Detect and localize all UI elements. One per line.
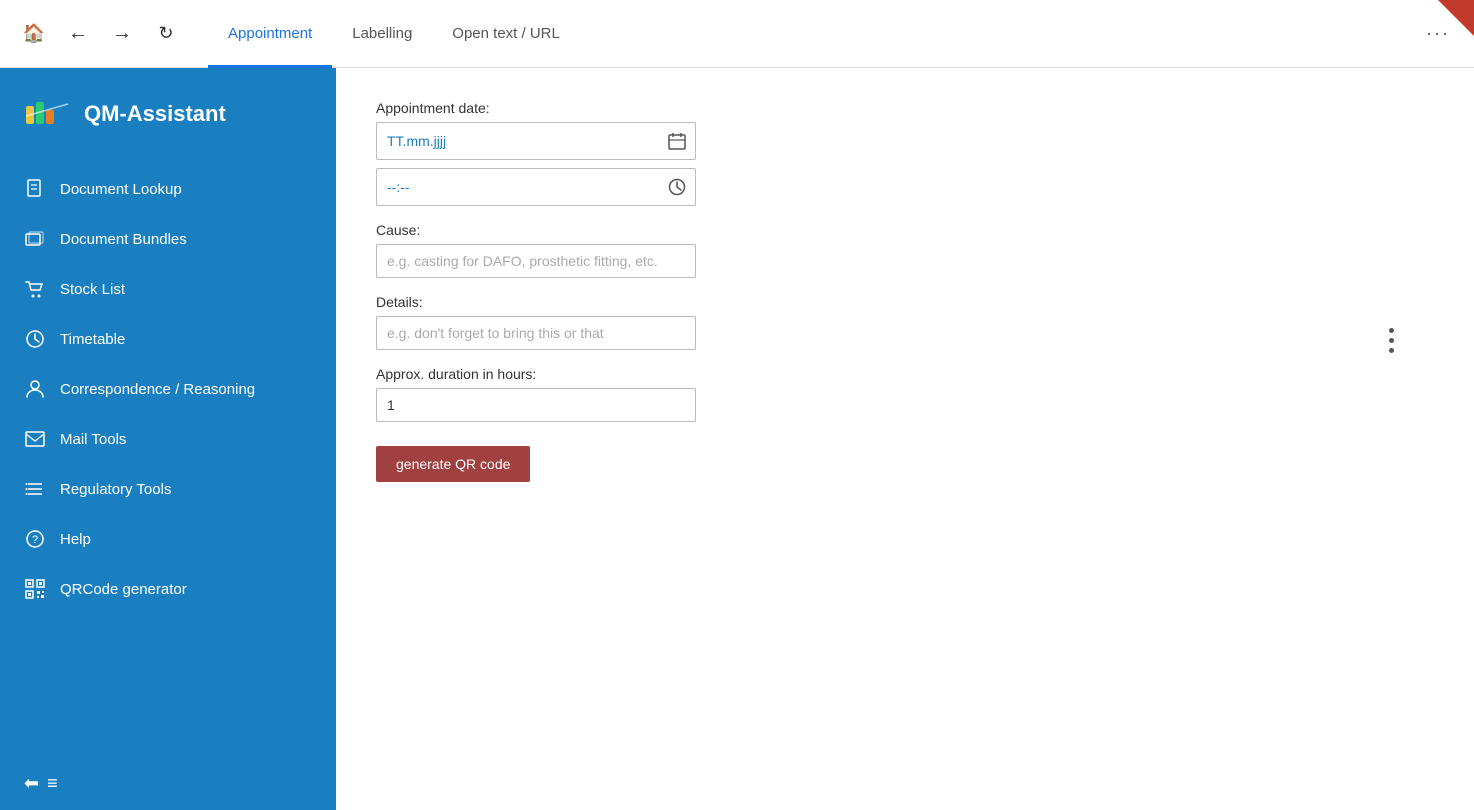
back-icon: ← (68, 22, 88, 45)
more-menu-button[interactable]: ··· (1418, 15, 1458, 52)
date-input[interactable] (377, 125, 659, 157)
sidebar-item-document-bundles[interactable]: Document Bundles (0, 214, 336, 264)
duration-input[interactable] (376, 388, 696, 422)
content-more-button[interactable] (1389, 328, 1394, 353)
forward-icon: → (112, 22, 132, 45)
sidebar: QM-Assistant Document Lookup (0, 68, 336, 810)
sidebar-item-stock-list[interactable]: Stock List (0, 264, 336, 314)
help-icon: ? (24, 528, 46, 550)
bundle-icon (24, 228, 46, 250)
duration-label: Approx. duration in hours: (376, 366, 1434, 382)
cause-input[interactable] (376, 244, 696, 278)
nav-icons: 🏠 ← → ↻ (16, 16, 184, 52)
sidebar-item-timetable[interactable]: Timetable (0, 314, 336, 364)
cart-icon (24, 278, 46, 300)
top-bar-right: ··· (1418, 15, 1458, 52)
details-input[interactable] (376, 316, 696, 350)
clock-input-icon[interactable] (659, 169, 695, 205)
forward-button[interactable]: → (104, 16, 140, 52)
sidebar-logo (24, 96, 72, 132)
sidebar-item-mail-tools[interactable]: Mail Tools (0, 414, 336, 464)
time-input-row[interactable] (376, 168, 696, 206)
clock-icon (24, 328, 46, 350)
time-input[interactable] (377, 171, 659, 203)
appointment-date-label: Appointment date: (376, 100, 1434, 116)
sidebar-collapse-button[interactable]: ⬅ ≡ (0, 757, 336, 810)
sidebar-title: QM-Assistant (84, 101, 226, 127)
refresh-button[interactable]: ↻ (148, 16, 184, 52)
tab-labelling[interactable]: Labelling (332, 1, 432, 68)
date-input-row[interactable] (376, 122, 696, 160)
main-layout: QM-Assistant Document Lookup (0, 68, 1474, 810)
svg-text:?: ? (32, 534, 38, 546)
list-icon (24, 478, 46, 500)
person-icon (24, 378, 46, 400)
qr-icon (24, 578, 46, 600)
mail-icon (24, 428, 46, 450)
sidebar-item-qrcode[interactable]: QRCode generator (0, 564, 336, 614)
details-label: Details: (376, 294, 1434, 310)
sidebar-item-correspondence[interactable]: Correspondence / Reasoning (0, 364, 336, 414)
sidebar-header: QM-Assistant (0, 68, 336, 156)
top-bar: 🏠 ← → ↻ Appointment Labelling Open text … (0, 0, 1474, 68)
home-button[interactable]: 🏠 (16, 16, 52, 52)
sidebar-item-regulatory-tools[interactable]: Regulatory Tools (0, 464, 336, 514)
dot-1 (1389, 328, 1394, 333)
sidebar-item-document-lookup[interactable]: Document Lookup (0, 164, 336, 214)
home-icon: 🏠 (23, 23, 45, 44)
refresh-icon: ↻ (158, 23, 173, 44)
dot-3 (1389, 348, 1394, 353)
dot-2 (1389, 338, 1394, 343)
sidebar-nav: Document Lookup Document Bundles (0, 156, 336, 757)
tab-appointment[interactable]: Appointment (208, 1, 332, 68)
collapse-lines-icon: ≡ (47, 773, 58, 794)
generate-qr-button[interactable]: generate QR code (376, 446, 530, 482)
calendar-icon[interactable] (659, 123, 695, 159)
content-area: Appointment date: (336, 68, 1474, 810)
tab-open-text[interactable]: Open text / URL (432, 1, 580, 68)
back-button[interactable]: ← (60, 16, 96, 52)
cause-label: Cause: (376, 222, 1434, 238)
tabs: Appointment Labelling Open text / URL (208, 0, 580, 67)
document-icon (24, 178, 46, 200)
collapse-icon: ⬅ (24, 773, 39, 794)
sidebar-item-help[interactable]: ? Help (0, 514, 336, 564)
